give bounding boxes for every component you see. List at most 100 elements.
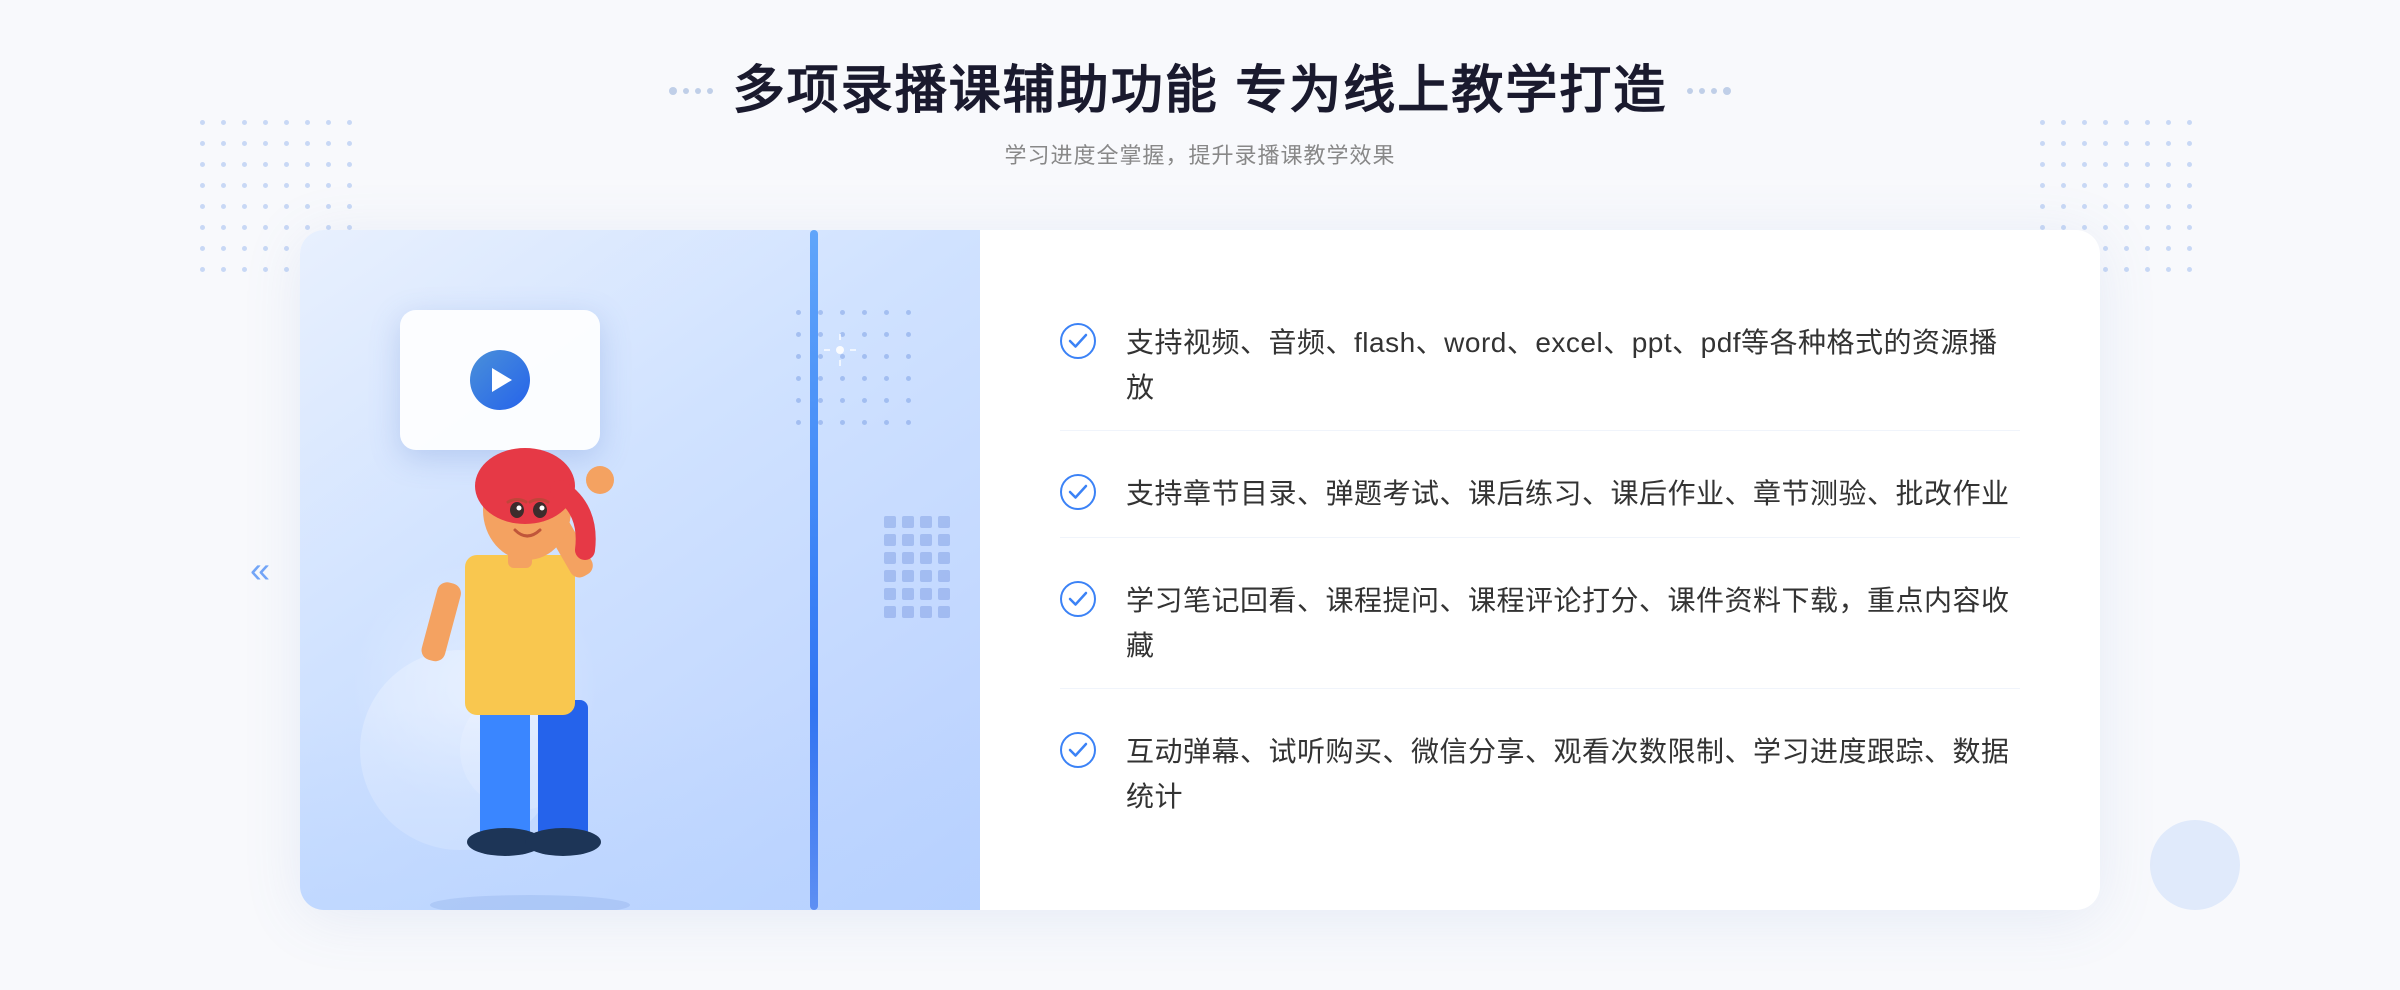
illus-dot-cell [840,310,845,315]
dot-cell [305,120,310,125]
dot-cell [2103,246,2108,251]
header-dot-1 [669,87,677,95]
dot-cell [2103,162,2108,167]
dot-cell [2124,162,2129,167]
illus-dot-cell [818,398,823,403]
dot-cell [2124,141,2129,146]
dot-cell [2040,162,2045,167]
illus-stripes [884,516,950,624]
feature-text-4: 互动弹幕、试听购买、微信分享、观看次数限制、学习进度跟踪、数据统计 [1126,730,2020,820]
dot-cell [242,225,247,230]
dot-cell [263,225,268,230]
dot-cell [200,225,205,230]
dot-cell [2103,120,2108,125]
illus-dot-cell [840,398,845,403]
dot-cell [2103,225,2108,230]
illus-dot-cell [818,420,823,425]
dot-cell [2103,141,2108,146]
dot-cell [305,204,310,209]
illus-dot-cell [796,310,801,315]
dot-cell [305,183,310,188]
illus-dot-cell [862,420,867,425]
illus-dot-cell [796,332,801,337]
dot-cell [221,141,226,146]
dot-cell [221,246,226,251]
dot-cell [221,183,226,188]
dot-cell [347,120,352,125]
dot-cell [2187,204,2192,209]
header-dot-8 [1723,87,1731,95]
stripe-row-5 [884,588,950,600]
dot-cell [2124,267,2129,272]
dot-cell [2187,267,2192,272]
illus-dot-cell [862,398,867,403]
dot-cell [2187,141,2192,146]
dot-cell [2124,225,2129,230]
illus-dot-cell [796,376,801,381]
stripe-row-6 [884,606,950,618]
dot-cell [263,141,268,146]
dot-cell [284,120,289,125]
dot-cell [2061,162,2066,167]
header-dot-6 [1699,88,1705,94]
dot-cell [263,162,268,167]
check-icon-3 [1060,581,1096,617]
dot-cell [2124,204,2129,209]
dot-cell [2187,225,2192,230]
dot-cell [221,120,226,125]
dot-cell [2040,225,2045,230]
dot-cell [200,267,205,272]
illus-dot-cell [862,310,867,315]
feature-text-2: 支持章节目录、弹题考试、课后练习、课后作业、章节测验、批改作业 [1126,472,2010,517]
dot-cell [2166,225,2171,230]
stripe-row-3 [884,552,950,564]
dot-cell [2082,120,2087,125]
dot-cell [2166,204,2171,209]
illustration-area [300,230,980,910]
header-dot-3 [695,88,701,94]
dot-cell [2145,204,2150,209]
dot-cell [2061,183,2066,188]
stripe-row-2 [884,534,950,546]
dot-cell [305,141,310,146]
feature-item-1: 支持视频、音频、flash、word、excel、ppt、pdf等各种格式的资源… [1060,301,2020,432]
subtitle: 学习进度全掌握，提升录播课教学效果 [669,138,1731,170]
illus-dot-cell [884,354,889,359]
feature-text-3: 学习笔记回看、课程提问、课程评论打分、课件资料下载，重点内容收藏 [1126,579,2020,669]
dot-cell [2082,225,2087,230]
dot-cell [284,225,289,230]
dot-cell [2187,183,2192,188]
header-dot-4 [707,88,713,94]
dot-cell [2145,141,2150,146]
dot-cell [242,267,247,272]
dot-cell [2040,120,2045,125]
dot-cell [2145,162,2150,167]
dot-cell [284,183,289,188]
dot-cell [2145,267,2150,272]
header-dot-7 [1711,88,1717,94]
illus-dot-cell [862,354,867,359]
dot-cell [200,183,205,188]
dot-cell [263,120,268,125]
page-container: 多项录播课辅助功能 专为线上教学打造 学习进度全掌握，提升录播课教学效果 « [0,0,2400,990]
dot-cell [200,141,205,146]
dot-cell [2166,267,2171,272]
dot-cell [242,183,247,188]
dot-cell [284,246,289,251]
dot-cell [2124,183,2129,188]
check-icon-4 [1060,732,1096,768]
dot-cell [2145,183,2150,188]
spark-decoration [820,330,860,375]
dot-cell [2166,162,2171,167]
illus-dot-cell [884,332,889,337]
dot-cell [305,162,310,167]
dot-cell [2061,225,2066,230]
dot-cell [284,162,289,167]
illus-dot-cell [862,332,867,337]
dot-cell [2166,120,2171,125]
illus-dot-cell [840,376,845,381]
dot-cell [2082,162,2087,167]
person-illustration [360,390,760,910]
main-title: 多项录播课辅助功能 专为线上教学打造 [733,60,1667,122]
illus-dot-cell [818,376,823,381]
